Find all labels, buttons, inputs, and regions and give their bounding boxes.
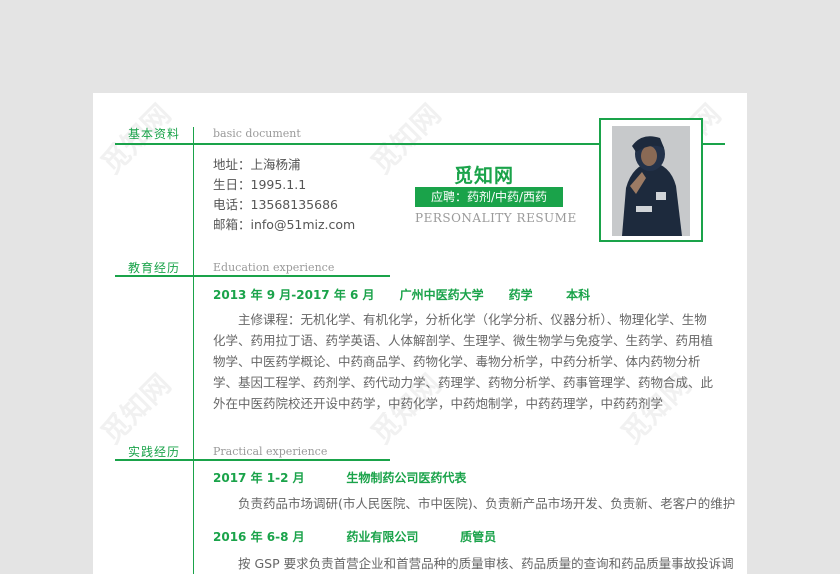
education-course: 主修课程：无机化学、有机化学，分析化学（化学分析、仪器分析）、物理化学、生物化学…	[213, 312, 714, 411]
section-title-practice: 实践经历	[128, 445, 181, 459]
info-address: 地址：上海杨浦	[213, 157, 301, 172]
section-title-basic: 基本资料	[128, 127, 181, 141]
apply-position-badge: 应聘：药剂/中药/西药	[415, 187, 563, 207]
watermark: 觅知网	[94, 367, 178, 451]
section-en-practice: Practical experience	[213, 445, 328, 458]
practice-head-1: 2017 年 1-2 月 生物制药公司医药代表	[213, 471, 467, 485]
info-phone: 电话：13568135686	[213, 197, 338, 212]
resume-sheet: 觅知网 觅知网 觅知网 觅知网 觅知网 觅知网 基本资料 basic docum…	[93, 93, 747, 574]
photo-frame	[599, 118, 703, 242]
section-line-practice	[115, 459, 390, 461]
info-birth: 生日：1995.1.1	[213, 177, 307, 192]
profile-photo	[612, 126, 690, 236]
resume-subtitle: PERSONALITY RESUME	[415, 211, 577, 225]
education-head: 2013 年 9 月-2017 年 6 月 广州中医药大学 药学 本科	[213, 288, 591, 302]
section-title-education: 教育经历	[128, 261, 181, 275]
practice-head-2: 2016 年 6-8 月 药业有限公司 质管员	[213, 530, 497, 544]
section-line-education	[115, 275, 390, 277]
timeline-line	[193, 127, 194, 574]
resume-name: 觅知网	[454, 165, 515, 187]
practice-desc-2: 按 GSP 要求负责首营企业和首营品种的质量审核、药品质量的查询和药品质量事故投…	[238, 556, 734, 571]
info-email: 邮箱：info@51miz.com	[213, 217, 356, 232]
practice-desc-1: 负责药品市场调研(市人民医院、市中医院)、负责新产品市场开发、负责新、老客户的维…	[238, 496, 736, 511]
section-en-basic: basic document	[213, 127, 301, 140]
section-en-education: Education experience	[213, 261, 335, 274]
watermark: 觅知网	[364, 97, 448, 181]
